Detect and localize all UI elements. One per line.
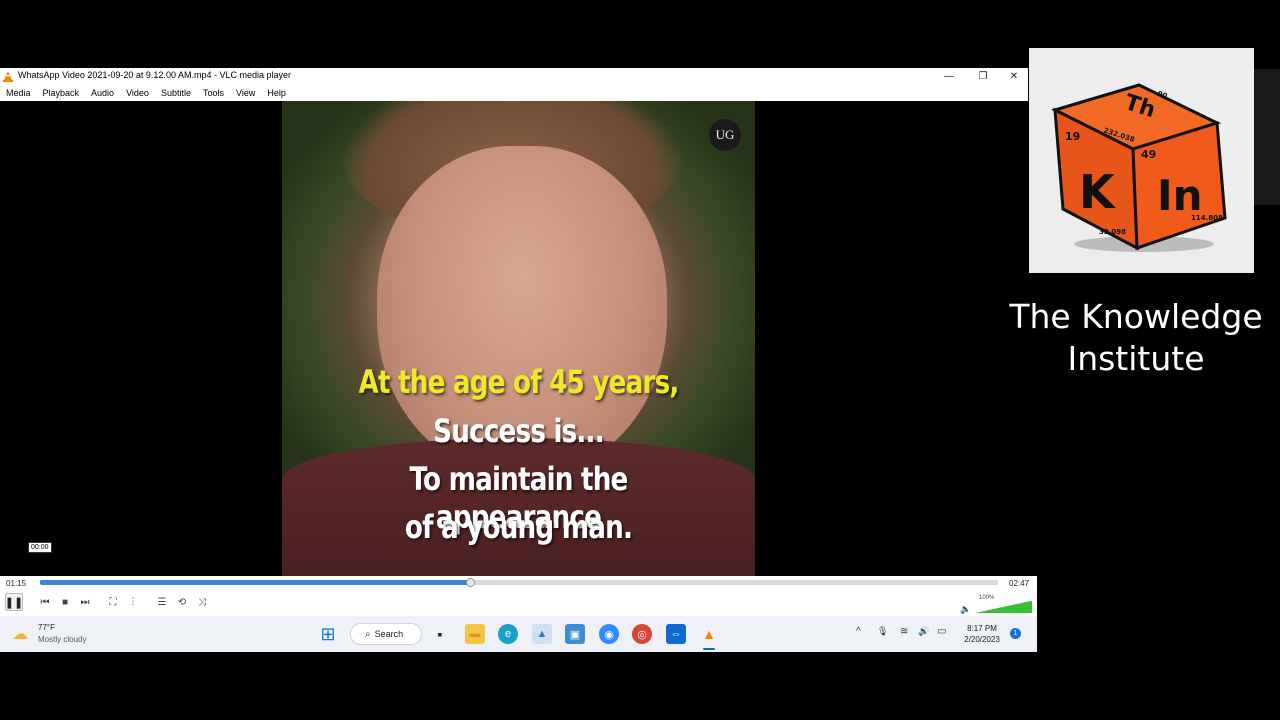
vlc-cone-icon [3, 71, 13, 82]
clock-date: 2/20/2023 [964, 635, 1000, 644]
volume-icon[interactable]: 🔈 [960, 604, 971, 615]
menu-help[interactable]: Help [267, 88, 286, 98]
edge-browser-icon[interactable]: e [498, 624, 518, 644]
show-hidden-icons-chevron-icon[interactable]: ^ [856, 626, 861, 637]
brand-name: The Knowledge Institute [996, 296, 1276, 380]
menu-media[interactable]: Media [6, 88, 31, 98]
speaker-icon[interactable]: 🔊 [918, 626, 929, 637]
pause-button[interactable]: ❚❚ [5, 593, 23, 611]
clock-time: 8:17 PM [967, 624, 997, 633]
close-button[interactable]: ✕ [1000, 68, 1028, 85]
total-duration: 02:47 [1009, 579, 1030, 588]
window-title: WhatsApp Video 2021-09-20 at 9.12.00 AM.… [18, 70, 291, 80]
weather-condition[interactable]: Mostly cloudy [38, 635, 86, 644]
cube-left-mass: 39.098 [1099, 228, 1126, 236]
menu-subtitle[interactable]: Subtitle [161, 88, 191, 98]
stop-button[interactable]: ■ [57, 594, 73, 610]
task-view-icon[interactable]: ▪ [430, 624, 450, 644]
cube-right-symbol: In [1157, 171, 1203, 220]
photos-icon[interactable]: ▲ [532, 624, 552, 644]
caption-line-4: of a young man. [404, 508, 633, 546]
channel-watermark: UG [709, 119, 741, 151]
menu-bar: Media Playback Audio Video Subtitle Tools View… [0, 85, 1028, 101]
taskbar: ☁ 77°F Mostly cloudy ⊞ ⌕ Search ▪ ▬ e ▲ … [0, 616, 1037, 652]
menu-view[interactable]: View [236, 88, 255, 98]
loop-button[interactable]: ⟲ [174, 594, 190, 610]
taskbar-search[interactable]: ⌕ Search [350, 623, 422, 645]
seek-bar[interactable] [40, 578, 998, 587]
title-bar: WhatsApp Video 2021-09-20 at 9.12.00 AM.… [0, 68, 1028, 85]
playlist-button[interactable]: ☰ [154, 594, 170, 610]
menu-video[interactable]: Video [126, 88, 149, 98]
seek-progress [40, 580, 470, 585]
cube-right-number: 49 [1141, 148, 1156, 161]
notification-badge[interactable]: 1 [1010, 628, 1021, 639]
fullscreen-button[interactable]: ⛶ [105, 594, 121, 610]
caption-line-2: Success is... [433, 412, 605, 450]
brand-logo-card: Th 90 232.038 19 K 39.098 49 In 114.808 [1029, 48, 1254, 273]
minimize-button[interactable]: — [932, 68, 966, 85]
brand-name-line-1: The Knowledge [1009, 297, 1263, 336]
screen-tool-icon[interactable]: ▣ [565, 624, 585, 644]
menu-playback[interactable]: Playback [43, 88, 80, 98]
file-explorer-icon[interactable]: ▬ [465, 624, 485, 644]
element-cube-logo: Th 90 232.038 19 K 39.098 49 In 114.808 [1050, 83, 1227, 252]
elapsed-time: 01:15 [6, 579, 27, 588]
weather-temperature[interactable]: 77°F [38, 623, 55, 632]
next-button[interactable]: ⏭ [77, 594, 93, 610]
seek-tooltip: 00:00 [28, 542, 52, 553]
zoom-icon[interactable]: ◉ [599, 624, 619, 644]
extended-settings-button[interactable]: ⫶ [125, 594, 141, 610]
volume-slider[interactable] [976, 601, 1032, 613]
search-icon: ⌕ [365, 628, 371, 640]
teamviewer-icon[interactable]: ⇔ [666, 624, 686, 644]
menu-tools[interactable]: Tools [203, 88, 224, 98]
seek-handle[interactable] [466, 578, 475, 587]
cube-left-symbol: K [1079, 165, 1117, 219]
system-clock[interactable]: 8:17 PM 2/20/2023 [958, 623, 1006, 645]
menu-audio[interactable]: Audio [91, 88, 114, 98]
windows-start-icon[interactable]: ⊞ [318, 624, 338, 644]
weather-icon[interactable]: ☁ [12, 624, 28, 644]
chrome-icon[interactable]: ◎ [632, 624, 652, 644]
wifi-icon[interactable]: ≋ [900, 626, 908, 637]
battery-icon[interactable]: ▭ [937, 626, 946, 637]
playback-controls: 01:15 02:47 ❚❚ ⏮ ■ ⏭ ⛶ ⫶ ☰ ⟲ ⤨ 🔈 100% [0, 576, 1037, 616]
active-app-indicator [703, 648, 715, 650]
video-frame[interactable]: UG At the age of 45 years, Success is...… [282, 101, 755, 578]
brand-card-shadow [1253, 69, 1280, 205]
vlc-taskbar-icon[interactable]: ▲ [699, 624, 719, 644]
maximize-button[interactable]: ❐ [966, 68, 1000, 85]
cube-left-number: 19 [1065, 130, 1080, 143]
random-button[interactable]: ⤨ [194, 594, 210, 610]
screen: WhatsApp Video 2021-09-20 at 9.12.00 AM.… [0, 0, 1280, 720]
vlc-window: WhatsApp Video 2021-09-20 at 9.12.00 AM.… [0, 68, 1037, 616]
previous-button[interactable]: ⏮ [37, 594, 53, 610]
microphone-icon[interactable]: 🎙 [877, 626, 888, 637]
brand-name-line-2: Institute [1067, 339, 1205, 378]
cube-right-mass: 114.808 [1191, 214, 1223, 222]
caption-line-1: At the age of 45 years, [358, 363, 679, 401]
search-label: Search [374, 629, 404, 639]
